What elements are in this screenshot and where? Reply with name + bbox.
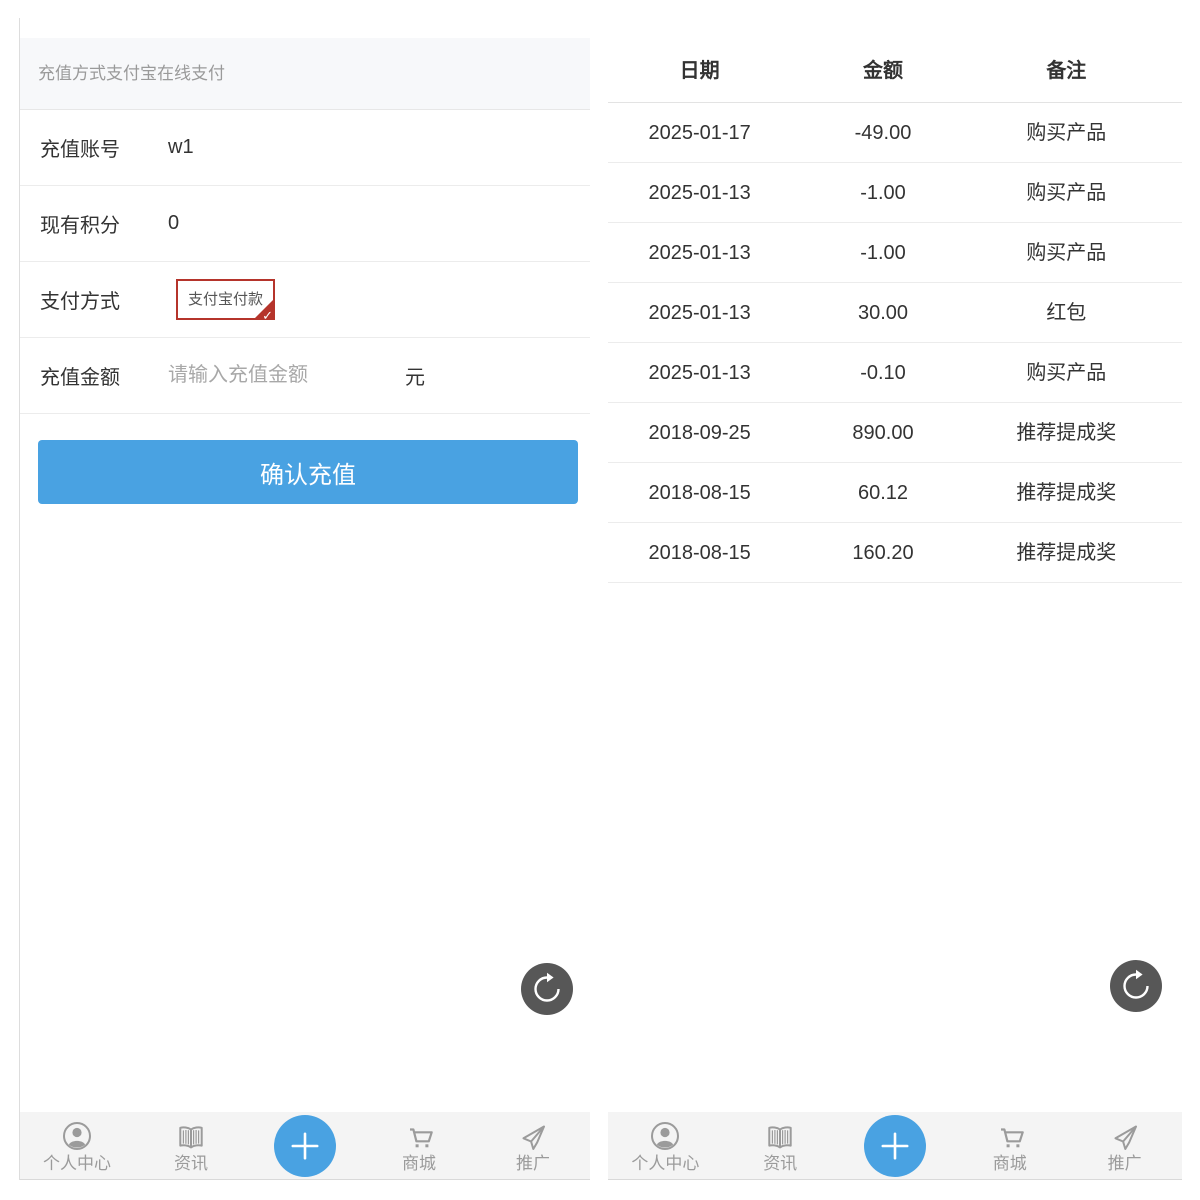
tab-add[interactable] — [248, 1112, 362, 1179]
tab-profile[interactable]: 个人中心 — [20, 1112, 134, 1179]
tab-news-label: 资讯 — [763, 1155, 797, 1172]
cell-date: 2018-08-15 — [608, 463, 791, 522]
bottom-tabbar: 个人中心 资讯 — [608, 1112, 1182, 1180]
cell-date: 2018-08-15 — [608, 523, 791, 582]
promote-icon — [1108, 1120, 1142, 1154]
amount-unit: 元 — [405, 361, 425, 390]
cart-icon — [402, 1120, 436, 1154]
cell-note: 推荐提成奖 — [975, 523, 1158, 582]
cell-note: 购买产品 — [975, 163, 1158, 222]
recharge-form: 充值账号 w1 现有积分 0 支付方式 支付宝付款 ✓ 充值金额 元 — [20, 110, 590, 414]
check-icon: ✓ — [262, 309, 273, 322]
account-value: w1 — [168, 136, 194, 159]
cell-note: 购买产品 — [975, 343, 1158, 402]
table-row: 2018-09-25 890.00 推荐提成奖 — [608, 403, 1182, 463]
account-label: 充值账号 — [40, 133, 168, 162]
cell-amount: 890.00 — [791, 403, 974, 462]
tab-profile-label: 个人中心 — [631, 1155, 699, 1172]
cell-amount: -0.10 — [791, 343, 974, 402]
refresh-button[interactable] — [521, 963, 573, 1015]
tab-promote[interactable]: 推广 — [476, 1112, 590, 1179]
news-icon — [763, 1120, 797, 1154]
tab-profile[interactable]: 个人中心 — [608, 1112, 723, 1179]
cell-note: 推荐提成奖 — [975, 463, 1158, 522]
plus-icon — [274, 1115, 336, 1177]
news-icon — [174, 1120, 208, 1154]
table-row: 2025-01-13 30.00 红包 — [608, 283, 1182, 343]
cell-amount: 160.20 — [791, 523, 974, 582]
cell-date: 2025-01-13 — [608, 283, 791, 342]
refresh-icon — [521, 963, 573, 1015]
pay-method-row: 支付方式 支付宝付款 ✓ — [20, 262, 590, 338]
tab-add[interactable] — [838, 1112, 953, 1179]
tab-news[interactable]: 资讯 — [723, 1112, 838, 1179]
cell-note: 推荐提成奖 — [975, 403, 1158, 462]
points-value: 0 — [168, 212, 179, 235]
user-icon — [60, 1120, 94, 1154]
refresh-icon — [1110, 960, 1162, 1012]
user-icon — [648, 1120, 682, 1154]
cell-amount: 60.12 — [791, 463, 974, 522]
refresh-button[interactable] — [1110, 960, 1162, 1012]
history-table: 日期 金额 备注 2025-01-17 -49.00 购买产品 2025-01-… — [608, 40, 1182, 583]
cell-date: 2025-01-17 — [608, 103, 791, 162]
recharge-method-notice: 充值方式支付宝在线支付 — [20, 38, 590, 110]
table-row: 2025-01-17 -49.00 购买产品 — [608, 103, 1182, 163]
cell-date: 2018-09-25 — [608, 403, 791, 462]
tab-promote[interactable]: 推广 — [1067, 1112, 1182, 1179]
table-row: 2025-01-13 -0.10 购买产品 — [608, 343, 1182, 403]
amount-row: 充值金额 元 — [20, 338, 590, 414]
cell-amount: -1.00 — [791, 223, 974, 282]
amount-label: 充值金额 — [40, 361, 168, 390]
tab-mall-label: 商城 — [402, 1155, 436, 1172]
plus-icon — [864, 1115, 926, 1177]
confirm-recharge-button[interactable]: 确认充值 — [38, 440, 578, 504]
cell-date: 2025-01-13 — [608, 163, 791, 222]
cell-amount: 30.00 — [791, 283, 974, 342]
col-note: 备注 — [975, 40, 1158, 102]
tab-mall[interactable]: 商城 — [952, 1112, 1067, 1179]
cart-icon — [993, 1120, 1027, 1154]
cell-note: 红包 — [975, 283, 1158, 342]
amount-input[interactable] — [168, 364, 393, 387]
cell-amount: -49.00 — [791, 103, 974, 162]
cell-date: 2025-01-13 — [608, 343, 791, 402]
tab-profile-label: 个人中心 — [43, 1155, 111, 1172]
points-row: 现有积分 0 — [20, 186, 590, 262]
table-row: 2018-08-15 60.12 推荐提成奖 — [608, 463, 1182, 523]
cell-date: 2025-01-13 — [608, 223, 791, 282]
points-label: 现有积分 — [40, 209, 168, 238]
col-amount: 金额 — [791, 40, 974, 102]
table-row: 2018-08-15 160.20 推荐提成奖 — [608, 523, 1182, 583]
tab-mall[interactable]: 商城 — [362, 1112, 476, 1179]
pay-method-label: 支付方式 — [40, 285, 168, 314]
pay-method-select[interactable]: 支付宝付款 ✓ — [176, 279, 275, 320]
bottom-tabbar: 个人中心 资讯 — [20, 1112, 590, 1180]
tab-promote-label: 推广 — [1108, 1155, 1142, 1172]
table-header-row: 日期 金额 备注 — [608, 40, 1182, 103]
cell-note: 购买产品 — [975, 103, 1158, 162]
tab-news-label: 资讯 — [174, 1155, 208, 1172]
tab-promote-label: 推广 — [516, 1155, 550, 1172]
promote-icon — [516, 1120, 550, 1154]
col-date: 日期 — [608, 40, 791, 102]
account-row: 充值账号 w1 — [20, 110, 590, 186]
tab-mall-label: 商城 — [993, 1155, 1027, 1172]
cell-amount: -1.00 — [791, 163, 974, 222]
table-row: 2025-01-13 -1.00 购买产品 — [608, 223, 1182, 283]
table-row: 2025-01-13 -1.00 购买产品 — [608, 163, 1182, 223]
pay-method-value: 支付宝付款 — [188, 291, 263, 308]
cell-note: 购买产品 — [975, 223, 1158, 282]
tab-news[interactable]: 资讯 — [134, 1112, 248, 1179]
